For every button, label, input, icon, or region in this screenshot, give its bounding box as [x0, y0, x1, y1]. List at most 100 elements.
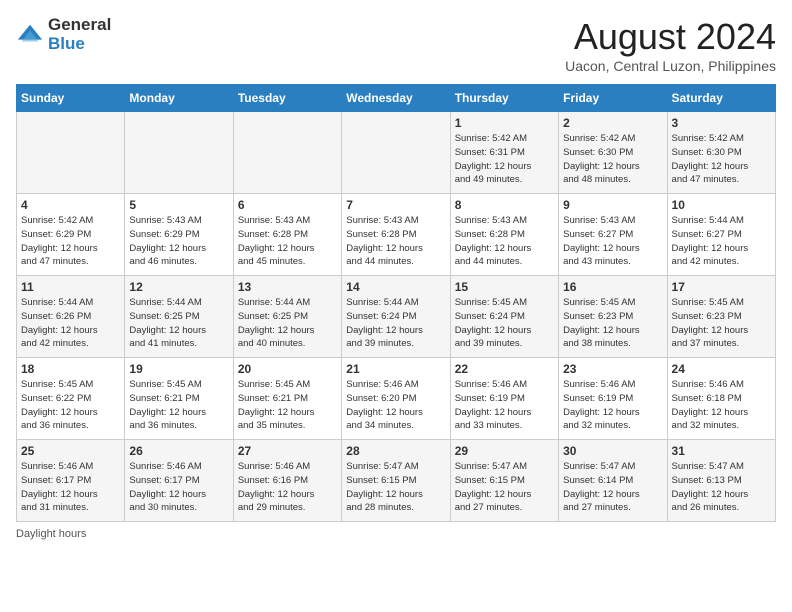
- calendar-week-row: 1 Sunrise: 5:42 AMSunset: 6:31 PMDaylight…: [17, 112, 776, 194]
- calendar-cell: 13 Sunrise: 5:44 AMSunset: 6:25 PMDayligh…: [233, 276, 341, 358]
- calendar-cell: 2 Sunrise: 5:42 AMSunset: 6:30 PMDaylight…: [559, 112, 667, 194]
- day-info: Sunrise: 5:44 AMSunset: 6:25 PMDaylight:…: [129, 296, 228, 351]
- calendar-cell: 23 Sunrise: 5:46 AMSunset: 6:19 PMDayligh…: [559, 358, 667, 440]
- day-number: 5: [129, 198, 228, 212]
- day-info: Sunrise: 5:46 AMSunset: 6:20 PMDaylight:…: [346, 378, 445, 433]
- calendar-cell: 7 Sunrise: 5:43 AMSunset: 6:28 PMDaylight…: [342, 194, 450, 276]
- calendar-cell: 5 Sunrise: 5:43 AMSunset: 6:29 PMDaylight…: [125, 194, 233, 276]
- calendar-cell: [125, 112, 233, 194]
- day-number: 17: [672, 280, 771, 294]
- weekday-header-monday: Monday: [125, 85, 233, 112]
- day-info: Sunrise: 5:46 AMSunset: 6:18 PMDaylight:…: [672, 378, 771, 433]
- day-info: Sunrise: 5:43 AMSunset: 6:28 PMDaylight:…: [238, 214, 337, 269]
- day-number: 11: [21, 280, 120, 294]
- calendar-cell: [342, 112, 450, 194]
- calendar-cell: 11Sunrise: 5:44 AMSunset: 6:26 PMDayligh…: [17, 276, 125, 358]
- calendar-cell: 30Sunrise: 5:47 AMSunset: 6:14 PMDayligh…: [559, 440, 667, 522]
- calendar-cell: 16 Sunrise: 5:45 AMSunset: 6:23 PMDayligh…: [559, 276, 667, 358]
- calendar-cell: 25Sunrise: 5:46 AMSunset: 6:17 PMDayligh…: [17, 440, 125, 522]
- calendar-cell: 27 Sunrise: 5:46 AMSunset: 6:16 PMDayligh…: [233, 440, 341, 522]
- day-info: Sunrise: 5:45 AMSunset: 6:21 PMDaylight:…: [238, 378, 337, 433]
- day-number: 23: [563, 362, 662, 376]
- calendar-table: SundayMondayTuesdayWednesdayThursdayFrid…: [16, 84, 776, 522]
- page-header: General Blue August 2024 Uacon, Central …: [16, 16, 776, 74]
- day-number: 13: [238, 280, 337, 294]
- logo-text: General Blue: [48, 16, 111, 53]
- day-info: Sunrise: 5:47 AMSunset: 6:15 PMDaylight:…: [346, 460, 445, 515]
- day-number: 2: [563, 116, 662, 130]
- calendar-cell: [17, 112, 125, 194]
- day-info: Sunrise: 5:45 AMSunset: 6:22 PMDaylight:…: [21, 378, 120, 433]
- weekday-header-friday: Friday: [559, 85, 667, 112]
- day-info: Sunrise: 5:46 AMSunset: 6:16 PMDaylight:…: [238, 460, 337, 515]
- title-block: August 2024 Uacon, Central Luzon, Philip…: [565, 16, 776, 74]
- day-info: Sunrise: 5:43 AMSunset: 6:27 PMDaylight:…: [563, 214, 662, 269]
- logo-icon: [16, 21, 44, 49]
- calendar-cell: 8Sunrise: 5:43 AMSunset: 6:28 PMDaylight…: [450, 194, 558, 276]
- calendar-cell: 21 Sunrise: 5:46 AMSunset: 6:20 PMDayligh…: [342, 358, 450, 440]
- day-info: Sunrise: 5:46 AMSunset: 6:17 PMDaylight:…: [129, 460, 228, 515]
- day-number: 15: [455, 280, 554, 294]
- day-number: 12: [129, 280, 228, 294]
- weekday-header-wednesday: Wednesday: [342, 85, 450, 112]
- day-info: Sunrise: 5:42 AMSunset: 6:30 PMDaylight:…: [563, 132, 662, 187]
- day-number: 31: [672, 444, 771, 458]
- day-number: 29: [455, 444, 554, 458]
- calendar-cell: 15 Sunrise: 5:45 AMSunset: 6:24 PMDayligh…: [450, 276, 558, 358]
- calendar-week-row: 11Sunrise: 5:44 AMSunset: 6:26 PMDayligh…: [17, 276, 776, 358]
- day-info: Sunrise: 5:45 AMSunset: 6:24 PMDaylight:…: [455, 296, 554, 351]
- day-info: Sunrise: 5:46 AMSunset: 6:19 PMDaylight:…: [455, 378, 554, 433]
- calendar-cell: 12 Sunrise: 5:44 AMSunset: 6:25 PMDayligh…: [125, 276, 233, 358]
- calendar-cell: 31 Sunrise: 5:47 AMSunset: 6:13 PMDayligh…: [667, 440, 775, 522]
- day-number: 20: [238, 362, 337, 376]
- calendar-cell: 28 Sunrise: 5:47 AMSunset: 6:15 PMDayligh…: [342, 440, 450, 522]
- calendar-cell: 10 Sunrise: 5:44 AMSunset: 6:27 PMDayligh…: [667, 194, 775, 276]
- weekday-header-tuesday: Tuesday: [233, 85, 341, 112]
- weekday-header-thursday: Thursday: [450, 85, 558, 112]
- day-number: 28: [346, 444, 445, 458]
- day-info: Sunrise: 5:43 AMSunset: 6:28 PMDaylight:…: [346, 214, 445, 269]
- day-number: 14: [346, 280, 445, 294]
- day-number: 7: [346, 198, 445, 212]
- day-info: Sunrise: 5:45 AMSunset: 6:21 PMDaylight:…: [129, 378, 228, 433]
- day-number: 22: [455, 362, 554, 376]
- calendar-cell: 3Sunrise: 5:42 AMSunset: 6:30 PMDaylight…: [667, 112, 775, 194]
- calendar-week-row: 18 Sunrise: 5:45 AMSunset: 6:22 PMDayligh…: [17, 358, 776, 440]
- day-number: 3: [672, 116, 771, 130]
- day-number: 21: [346, 362, 445, 376]
- calendar-cell: 4 Sunrise: 5:42 AMSunset: 6:29 PMDaylight…: [17, 194, 125, 276]
- calendar-cell: 29Sunrise: 5:47 AMSunset: 6:15 PMDayligh…: [450, 440, 558, 522]
- day-number: 8: [455, 198, 554, 212]
- logo-general: General: [48, 16, 111, 35]
- logo: General Blue: [16, 16, 111, 53]
- day-info: Sunrise: 5:44 AMSunset: 6:27 PMDaylight:…: [672, 214, 771, 269]
- day-info: Sunrise: 5:45 AMSunset: 6:23 PMDaylight:…: [563, 296, 662, 351]
- day-number: 18: [21, 362, 120, 376]
- day-number: 26: [129, 444, 228, 458]
- logo-blue: Blue: [48, 35, 111, 54]
- day-number: 1: [455, 116, 554, 130]
- calendar-cell: 26 Sunrise: 5:46 AMSunset: 6:17 PMDayligh…: [125, 440, 233, 522]
- day-info: Sunrise: 5:44 AMSunset: 6:25 PMDaylight:…: [238, 296, 337, 351]
- day-number: 27: [238, 444, 337, 458]
- month-year-title: August 2024: [565, 16, 776, 58]
- calendar-cell: 1 Sunrise: 5:42 AMSunset: 6:31 PMDaylight…: [450, 112, 558, 194]
- footer: Daylight hours: [16, 528, 776, 540]
- calendar-cell: 9Sunrise: 5:43 AMSunset: 6:27 PMDaylight…: [559, 194, 667, 276]
- location-subtitle: Uacon, Central Luzon, Philippines: [565, 58, 776, 74]
- day-info: Sunrise: 5:47 AMSunset: 6:13 PMDaylight:…: [672, 460, 771, 515]
- day-info: Sunrise: 5:43 AMSunset: 6:29 PMDaylight:…: [129, 214, 228, 269]
- calendar-cell: 17Sunrise: 5:45 AMSunset: 6:23 PMDayligh…: [667, 276, 775, 358]
- day-info: Sunrise: 5:46 AMSunset: 6:19 PMDaylight:…: [563, 378, 662, 433]
- weekday-header-row: SundayMondayTuesdayWednesdayThursdayFrid…: [17, 85, 776, 112]
- day-number: 30: [563, 444, 662, 458]
- day-number: 16: [563, 280, 662, 294]
- day-info: Sunrise: 5:46 AMSunset: 6:17 PMDaylight:…: [21, 460, 120, 515]
- day-info: Sunrise: 5:42 AMSunset: 6:31 PMDaylight:…: [455, 132, 554, 187]
- calendar-cell: [233, 112, 341, 194]
- day-number: 4: [21, 198, 120, 212]
- calendar-cell: 6Sunrise: 5:43 AMSunset: 6:28 PMDaylight…: [233, 194, 341, 276]
- day-number: 19: [129, 362, 228, 376]
- day-number: 10: [672, 198, 771, 212]
- day-info: Sunrise: 5:42 AMSunset: 6:29 PMDaylight:…: [21, 214, 120, 269]
